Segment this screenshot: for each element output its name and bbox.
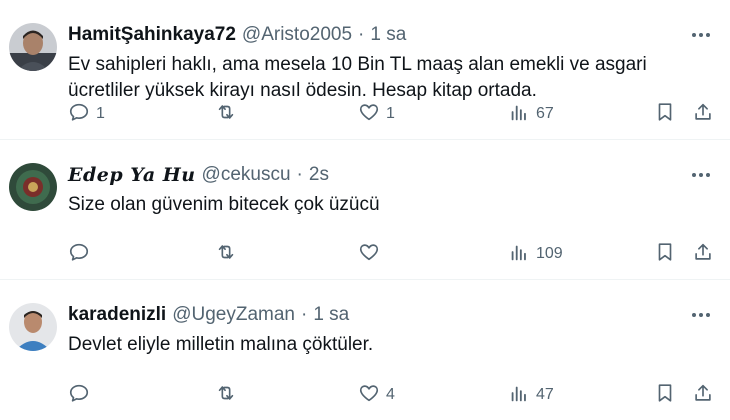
like-button[interactable]: 4 [358,380,395,410]
bookmark-icon [654,101,676,128]
bookmark-icon [654,382,676,409]
tweet-actions: 1 1 67 [60,99,720,129]
tweet-actions: 109 [60,239,720,269]
bookmark-button[interactable] [654,239,676,269]
views-icon [508,382,530,409]
user-handle[interactable]: @UgeyZaman [172,304,295,326]
more-icon[interactable] [690,26,712,44]
tweet-header: Edep Ya Hu @cekuscu · 2s [68,162,329,188]
tweet-feed: HamitŞahinkaya72 @Aristo2005 · 1 sa Ev s… [0,0,730,420]
retweet-button[interactable] [215,99,243,129]
like-button[interactable] [358,239,386,269]
reply-button[interactable] [68,380,96,410]
more-icon[interactable] [690,166,712,184]
views-button[interactable]: 67 [508,99,554,129]
tweet-text: Devlet eliyle milletin malına çöktüler. [68,334,374,355]
views-icon [508,101,530,128]
tweet-actions: 4 47 [60,380,720,410]
views-button[interactable]: 109 [508,239,563,269]
tweet-header: karadenizli @UgeyZaman · 1 sa [68,302,349,328]
retweet-icon [215,382,237,409]
tweet-item[interactable]: Edep Ya Hu @cekuscu · 2s Size olan güven… [0,140,730,280]
bookmark-icon [654,241,676,268]
reply-count: 1 [96,105,105,122]
separator-dot: · [358,24,365,45]
share-button[interactable] [692,380,714,410]
avatar[interactable] [9,303,57,351]
reply-icon [68,101,90,128]
views-button[interactable]: 47 [508,380,554,410]
retweet-icon [215,101,237,128]
share-icon [692,382,714,409]
timestamp[interactable]: 1 sa [313,304,349,326]
like-count: 1 [386,105,395,122]
reply-button[interactable]: 1 [68,99,105,129]
tweet-item[interactable]: karadenizli @UgeyZaman · 1 sa Devlet eli… [0,280,730,420]
share-icon [692,241,714,268]
retweet-icon [215,241,237,268]
tweet-text: Ev sahipleri haklı, ama mesela 10 Bin TL… [68,54,647,101]
separator-dot: · [296,164,303,185]
tweet-header: HamitŞahinkaya72 @Aristo2005 · 1 sa [68,22,406,48]
bookmark-button[interactable] [654,99,676,129]
reply-icon [68,382,90,409]
display-name[interactable]: HamitŞahinkaya72 [68,24,236,46]
user-handle[interactable]: @Aristo2005 [242,24,352,46]
share-button[interactable] [692,239,714,269]
view-count: 47 [536,386,554,403]
retweet-button[interactable] [215,380,243,410]
timestamp[interactable]: 1 sa [370,24,406,46]
reply-button[interactable] [68,239,96,269]
tweet-item[interactable]: HamitŞahinkaya72 @Aristo2005 · 1 sa Ev s… [0,0,730,140]
like-icon [358,101,380,128]
display-name[interactable]: Edep Ya Hu [68,164,196,186]
tweet-text: Size olan güvenim bitecek çok üzücü [68,194,380,215]
bookmark-button[interactable] [654,380,676,410]
like-count: 4 [386,386,395,403]
share-icon [692,101,714,128]
like-icon [358,382,380,409]
more-icon[interactable] [690,306,712,324]
share-button[interactable] [692,99,714,129]
user-handle[interactable]: @cekuscu [202,164,291,186]
like-button[interactable]: 1 [358,99,395,129]
views-icon [508,241,530,268]
timestamp[interactable]: 2s [309,164,329,186]
view-count: 67 [536,105,554,122]
view-count: 109 [536,245,563,262]
reply-icon [68,241,90,268]
display-name[interactable]: karadenizli [68,304,166,326]
retweet-button[interactable] [215,239,243,269]
avatar[interactable] [9,163,57,211]
separator-dot: · [301,304,308,325]
like-icon [358,241,380,268]
avatar[interactable] [9,23,57,71]
